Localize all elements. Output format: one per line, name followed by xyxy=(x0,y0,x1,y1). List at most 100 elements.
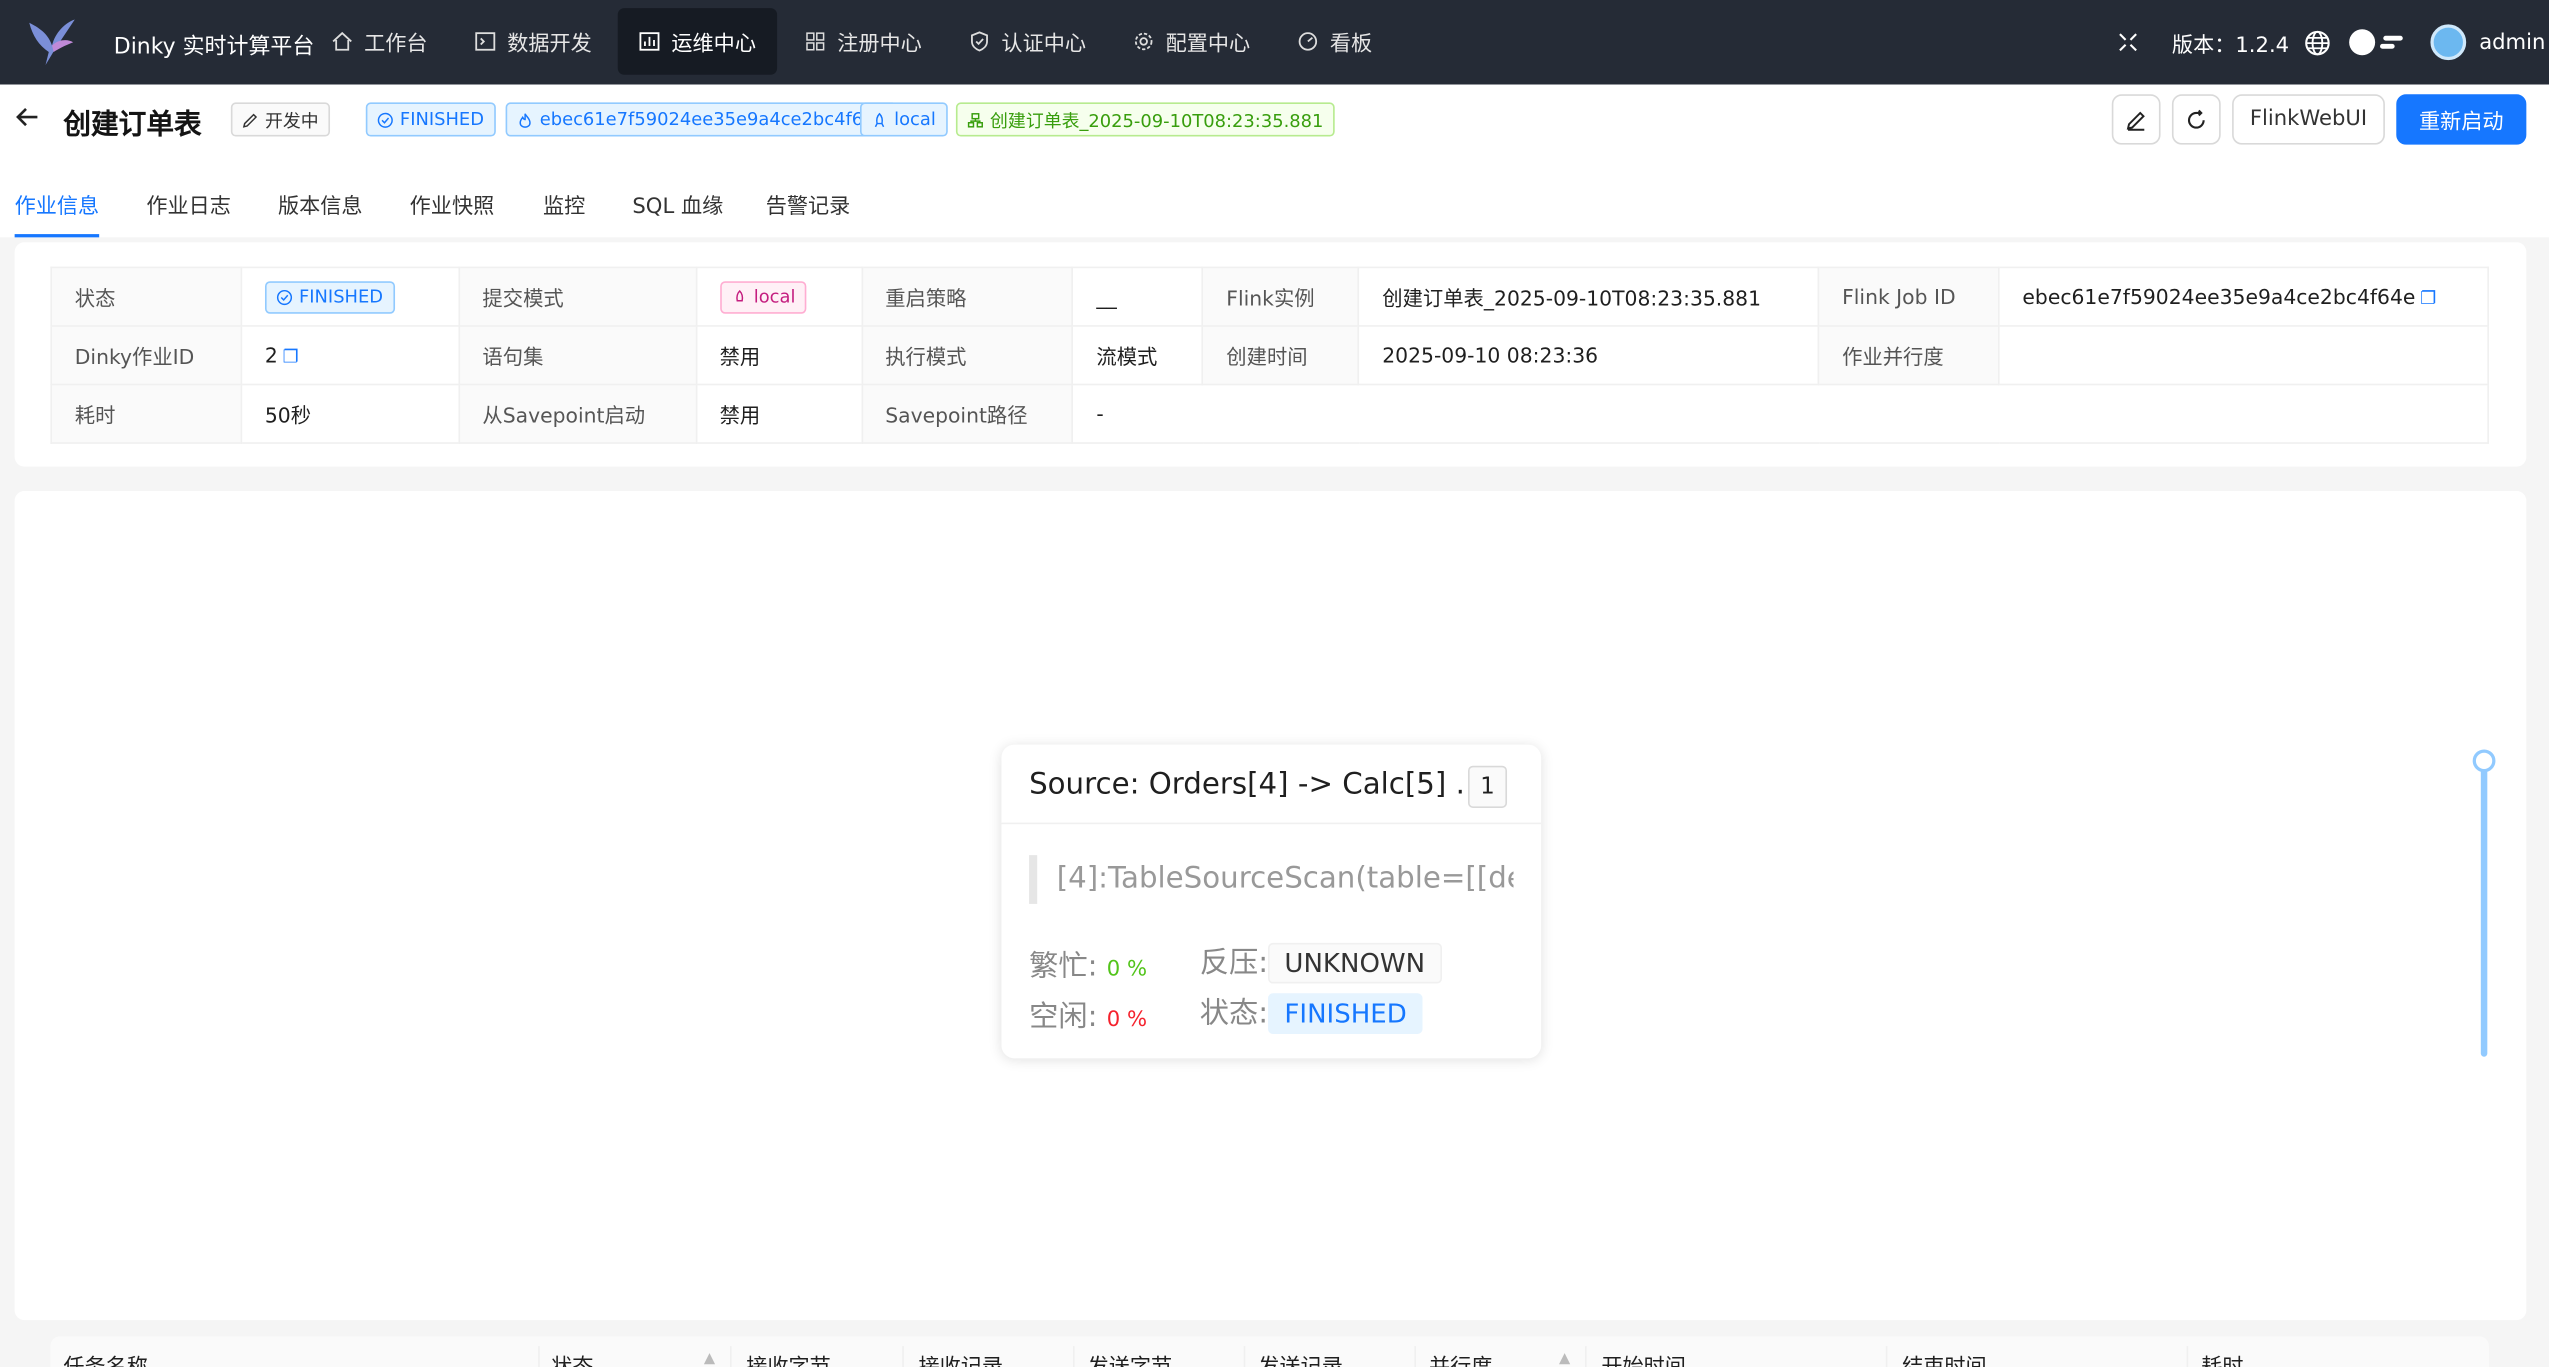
state-value: FINISHED xyxy=(1268,993,1423,1034)
mode-tag: local xyxy=(859,102,948,137)
backpressure-value: UNKNOWN xyxy=(1268,942,1442,984)
nav-ops-center-label: 运维中心 xyxy=(671,32,756,57)
state-label: 状态: xyxy=(1199,996,1269,1031)
avatar xyxy=(2430,24,2467,61)
label-from-savepoint: 从Savepoint启动 xyxy=(458,383,697,444)
col-bytes-sent[interactable]: 发送字节 xyxy=(1088,1349,1173,1367)
parallelism-value xyxy=(1998,325,2489,386)
job-graph-panel: Source: Orders[4] -> Calc[5] ... 1 [4]:T… xyxy=(14,490,2527,1321)
col-start-time[interactable]: 开始时间 xyxy=(1601,1349,1686,1367)
submit-mode-badge: local xyxy=(719,280,807,313)
col-task-name[interactable]: 任务名称 xyxy=(63,1349,148,1367)
theme-toggle[interactable] xyxy=(2346,0,2405,85)
flink-webui-button[interactable]: FlinkWebUI xyxy=(2232,94,2385,145)
refresh-button[interactable] xyxy=(2171,94,2221,145)
label-restart-strategy: 重启策略 xyxy=(860,266,1074,327)
gear-icon xyxy=(1134,32,1153,51)
top-navbar: Dinky 实时计算平台 工作台 数据开发 运维中心 注册中心 认证中心 配置中… xyxy=(0,0,2549,85)
nav-workbench-label: 工作台 xyxy=(364,32,428,57)
status-value: FINISHED xyxy=(298,286,384,308)
nav-dashboard[interactable]: 看板 xyxy=(1276,8,1393,75)
label-flink-job-id: Flink Job ID xyxy=(1817,266,2000,327)
label-exec-mode: 执行模式 xyxy=(860,325,1074,386)
flink-job-id-value: ebec61e7f59024ee35e9a4ce2bc4f64e xyxy=(2022,284,2416,309)
restart-button[interactable]: 重新启动 xyxy=(2396,94,2527,145)
brand-title: Dinky 实时计算平台 xyxy=(113,34,315,61)
dev-status-tag[interactable]: 开发中 xyxy=(230,102,331,137)
check-circle-icon xyxy=(276,289,292,305)
label-status: 状态 xyxy=(50,266,243,327)
nav-registry[interactable]: 注册中心 xyxy=(784,8,943,75)
nav-auth-label: 认证中心 xyxy=(1001,32,1086,57)
dev-status-label: 开发中 xyxy=(264,109,319,131)
busy-label: 繁忙: xyxy=(1029,949,1098,984)
col-bytes-received[interactable]: 接收字节 xyxy=(746,1349,831,1367)
label-duration: 耗时 xyxy=(50,383,243,444)
nav-config[interactable]: 配置中心 xyxy=(1112,8,1271,75)
job-id-label: ebec61e7f59024ee35e9a4ce2bc4f64e xyxy=(539,108,886,131)
restart-strategy-value: __ xyxy=(1072,266,1204,327)
dinky-job-id-value: 2 xyxy=(264,343,278,368)
edit-button[interactable] xyxy=(2111,94,2161,145)
idle-metric: 空闲: 0 % xyxy=(1029,993,1147,1035)
back-arrow-icon[interactable] xyxy=(15,104,41,130)
check-circle-icon xyxy=(377,111,393,128)
page-title: 创建订单表 xyxy=(63,108,202,142)
operator-node[interactable]: Source: Orders[4] -> Calc[5] ... 1 [4]:T… xyxy=(1001,744,1542,1059)
flink-instance-link[interactable]: 创建订单表_2025-09-10T08:23:35.881 xyxy=(1357,266,1820,327)
state-metric: 状态: FINISHED xyxy=(1200,990,1423,1034)
tab-job-info[interactable]: 作业信息 xyxy=(14,169,100,238)
refresh-icon xyxy=(2187,108,2205,128)
zoom-slider-handle[interactable] xyxy=(2472,749,2496,773)
label-savepoint-path: Savepoint路径 xyxy=(860,383,1074,444)
finished-status-tag: FINISHED xyxy=(365,102,496,137)
col-status[interactable]: 状态 xyxy=(551,1349,593,1367)
exec-mode-value: 流模式 xyxy=(1072,325,1204,386)
col-records-received[interactable]: 接收记录 xyxy=(919,1349,1004,1367)
terminal-icon xyxy=(475,32,496,51)
zoom-slider[interactable] xyxy=(2472,749,2496,1061)
language-button[interactable] xyxy=(2304,0,2332,85)
sort-icon[interactable]: ▲ xyxy=(704,1351,715,1367)
statement-set-value: 禁用 xyxy=(695,325,863,386)
nav-workbench[interactable]: 工作台 xyxy=(311,8,449,75)
nav-ops-center[interactable]: 运维中心 xyxy=(617,8,778,75)
user-menu[interactable]: admin xyxy=(2430,0,2545,85)
nav-dashboard-label: 看板 xyxy=(1329,32,1373,57)
sort-icon[interactable]: ▲ xyxy=(1559,1351,1570,1367)
fullscreen-button[interactable] xyxy=(2117,0,2140,85)
parallelism-badge: 1 xyxy=(1468,765,1508,808)
copy-icon[interactable]: ❐ xyxy=(283,346,299,367)
create-time-value: 2025-09-10 08:23:36 xyxy=(1357,325,1820,386)
tab-alert-records[interactable]: 告警记录 xyxy=(766,169,851,237)
nav-data-studio[interactable]: 数据开发 xyxy=(454,8,613,75)
dinky-logo-icon xyxy=(29,19,75,66)
operator-title: Source: Orders[4] -> Calc[5] ... xyxy=(1029,767,1484,802)
username: admin xyxy=(2479,30,2546,55)
nav-data-studio-label: 数据开发 xyxy=(507,32,592,57)
nav-auth[interactable]: 认证中心 xyxy=(948,8,1107,75)
col-duration[interactable]: 耗时 xyxy=(2201,1349,2243,1367)
duration-value: 50秒 xyxy=(240,383,460,444)
status-badge: FINISHED xyxy=(264,280,395,313)
tab-job-log[interactable]: 作业日志 xyxy=(146,169,231,237)
tab-job-snapshot[interactable]: 作业快照 xyxy=(410,169,495,237)
submit-mode-value: local xyxy=(753,286,796,308)
copy-icon[interactable]: ❐ xyxy=(2420,288,2436,309)
job-tabs: 作业信息 作业日志 版本信息 作业快照 监控 SQL 血缘 告警记录 xyxy=(0,169,2549,238)
page-header: 创建订单表 开发中 FINISHED ebec61e7f59024ee35e9a… xyxy=(0,84,2549,238)
instance-label: 创建订单表_2025-09-10T08:23:35.881 xyxy=(990,109,1324,131)
tab-sql-lineage[interactable]: SQL 血缘 xyxy=(632,169,723,237)
shield-icon xyxy=(971,31,988,52)
label-dinky-job-id: Dinky作业ID xyxy=(50,325,243,386)
tab-version-info[interactable]: 版本信息 xyxy=(278,169,363,237)
rocket-icon xyxy=(735,289,743,301)
col-records-sent[interactable]: 发送记录 xyxy=(1258,1349,1343,1367)
nav-config-label: 配置中心 xyxy=(1165,32,1251,57)
mode-label: local xyxy=(894,108,936,131)
col-parallelism[interactable]: 并行度 xyxy=(1429,1349,1492,1367)
globe-icon xyxy=(2305,30,2330,55)
tab-monitor[interactable]: 监控 xyxy=(543,169,585,237)
cluster-icon xyxy=(967,112,983,127)
col-end-time[interactable]: 结束时间 xyxy=(1902,1349,1987,1367)
